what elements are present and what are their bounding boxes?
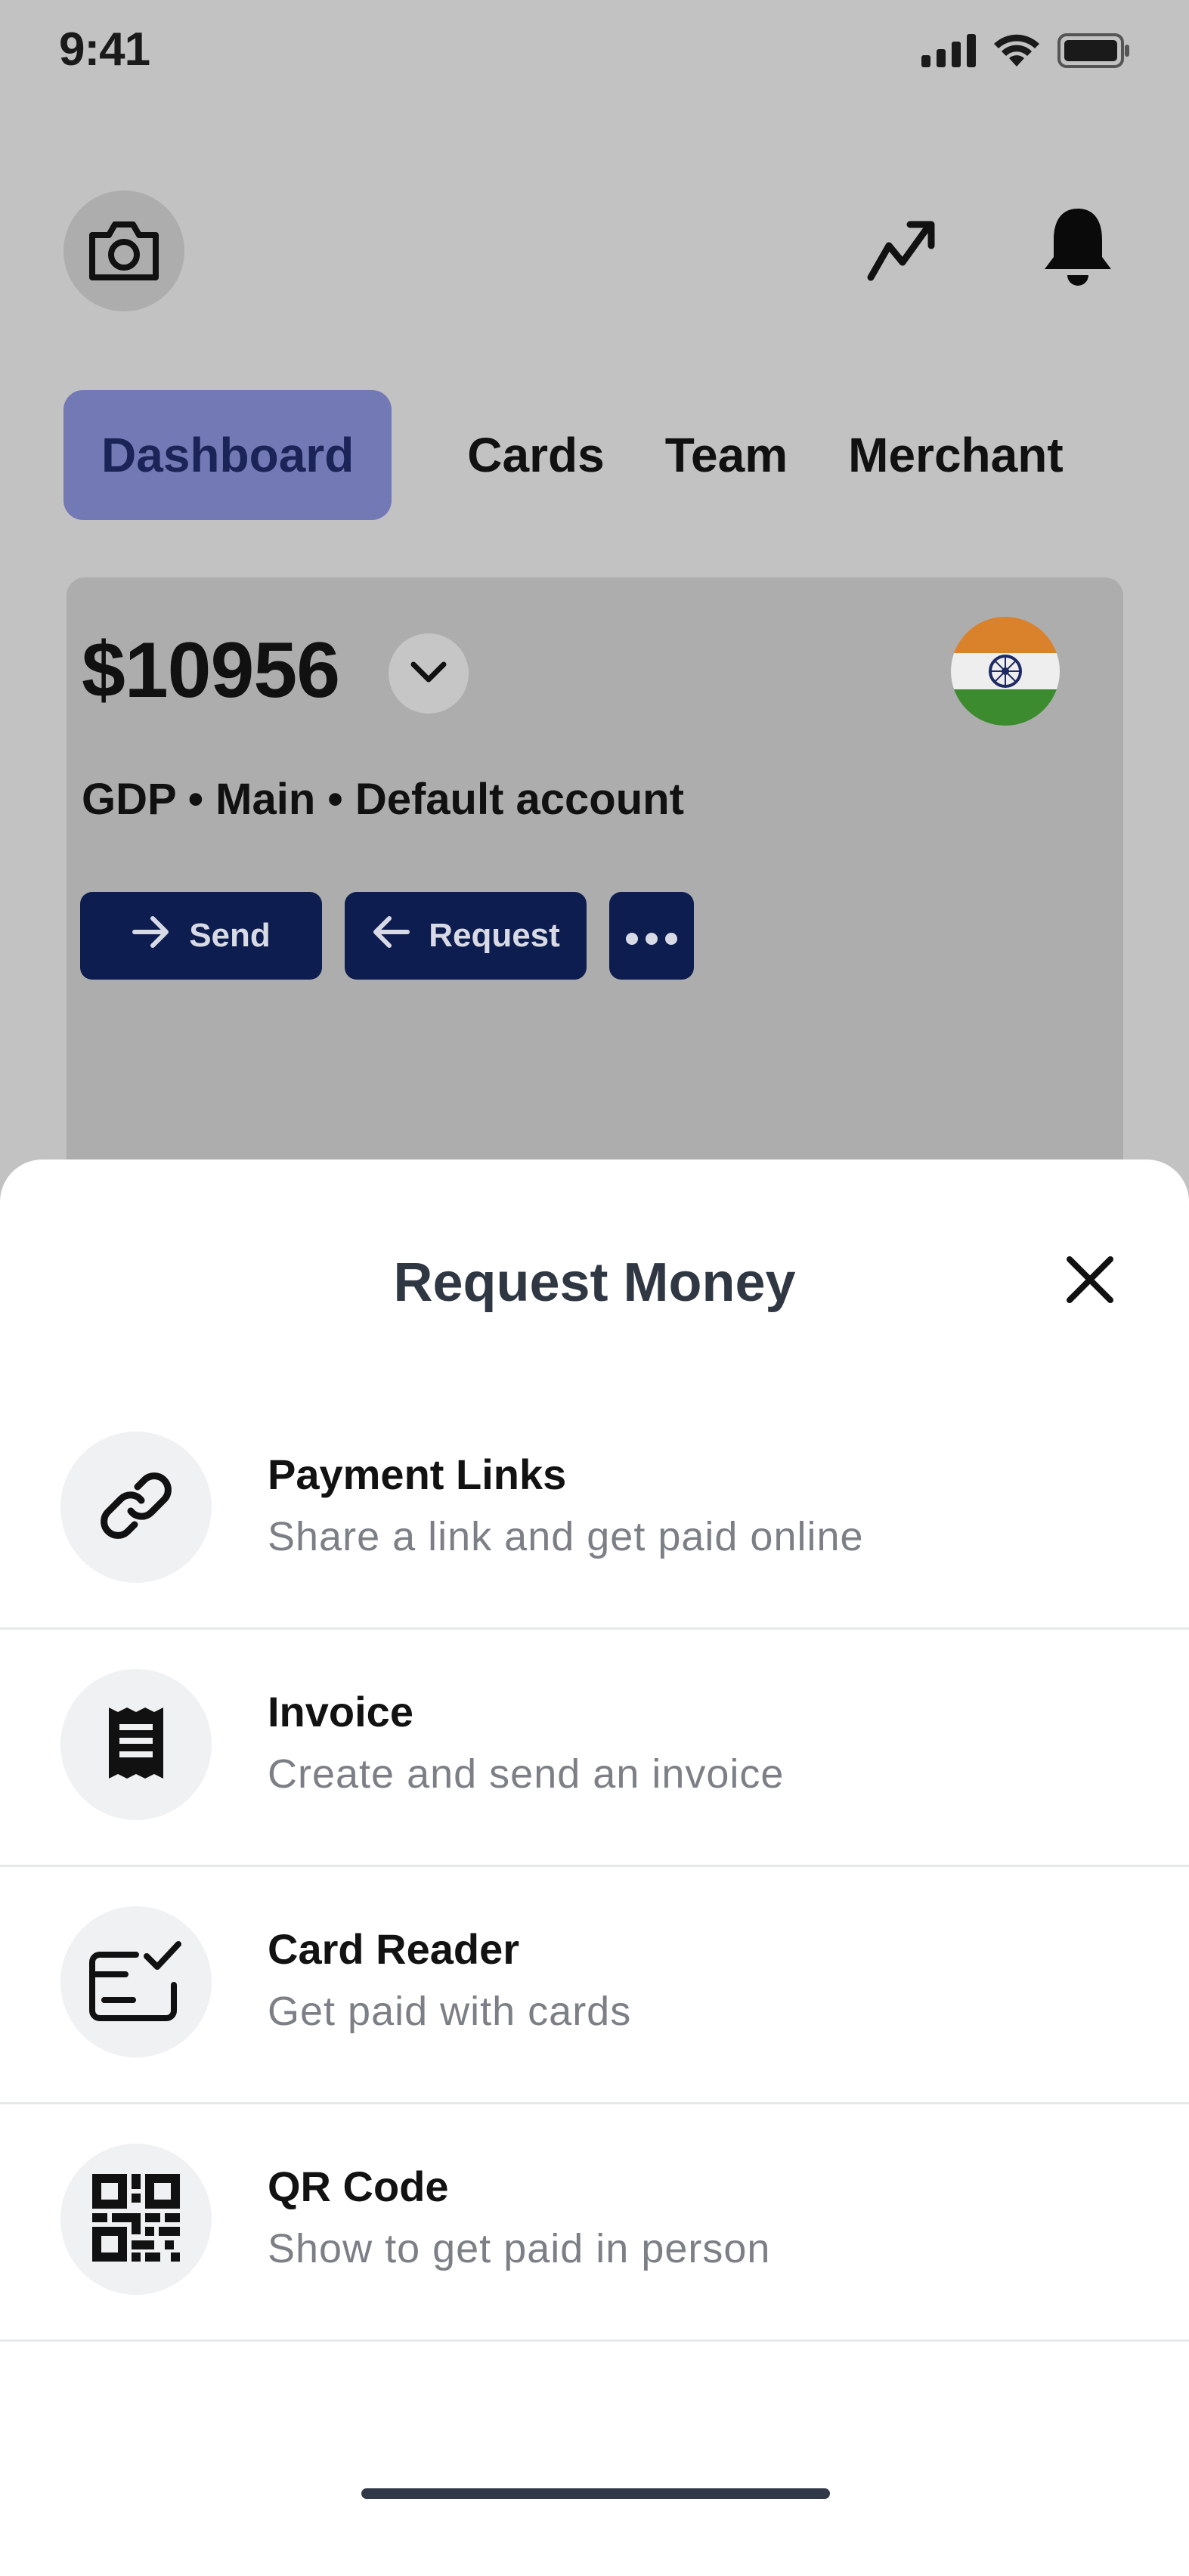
list-item-title: QR Code <box>268 2163 449 2210</box>
trend-icon <box>865 215 940 287</box>
tab-team[interactable]: Team <box>635 390 818 520</box>
send-button-label: Send <box>189 917 271 954</box>
list-item-subtitle: Show to get paid in person <box>268 2226 771 2271</box>
request-button[interactable]: Request <box>345 892 587 980</box>
receipt-icon-wrapper <box>60 1669 212 1820</box>
home-indicator[interactable] <box>361 2488 830 2499</box>
camera-icon <box>86 215 162 287</box>
list-item-qr-code[interactable]: QR Code Show to get paid in person <box>0 2104 1189 2342</box>
status-icons <box>921 33 1130 72</box>
trend-button[interactable] <box>857 206 948 296</box>
battery-icon <box>1057 33 1130 72</box>
qr-code-icon <box>89 2171 183 2268</box>
list-item-title: Payment Links <box>268 1451 567 1498</box>
card-reader-icon-wrapper <box>60 1906 212 2057</box>
list-item-subtitle: Get paid with cards <box>268 1989 632 2034</box>
more-dots-icon <box>624 917 679 955</box>
link-icon <box>94 1464 178 1551</box>
wifi-icon <box>992 33 1041 72</box>
request-button-label: Request <box>429 917 560 954</box>
list-item-title: Invoice <box>268 1688 413 1735</box>
balance-amount: $10956 <box>82 627 340 714</box>
arrow-left-icon <box>371 915 410 957</box>
tab-bar: Dashboard Cards Team Merchant <box>63 390 1064 520</box>
list-item-invoice[interactable]: Invoice Create and send an invoice <box>0 1630 1189 1867</box>
close-icon <box>1065 1255 1115 1308</box>
tab-merchant[interactable]: Merchant <box>818 390 1064 520</box>
bell-icon <box>1039 204 1117 293</box>
status-time: 9:41 <box>59 23 150 76</box>
balance-dropdown-button[interactable] <box>389 633 469 714</box>
more-options-button[interactable] <box>609 892 694 980</box>
account-details: GDP • Main • Default account <box>82 775 684 824</box>
close-button[interactable] <box>1052 1240 1128 1323</box>
receipt-icon <box>98 1701 174 1788</box>
tab-dashboard[interactable]: Dashboard <box>63 390 392 520</box>
india-flag-icon <box>951 617 1060 726</box>
sheet-title: Request Money <box>393 1252 796 1313</box>
list-item-title: Card Reader <box>268 1925 520 1973</box>
send-button[interactable]: Send <box>80 892 322 980</box>
link-icon-wrapper <box>60 1432 212 1583</box>
list-item-payment-links[interactable]: Payment Links Share a link and get paid … <box>0 1392 1189 1630</box>
tab-cards[interactable]: Cards <box>437 390 634 520</box>
camera-button[interactable] <box>63 190 184 311</box>
notifications-button[interactable] <box>1033 203 1123 293</box>
list-item-subtitle: Create and send an invoice <box>268 1751 785 1797</box>
arrow-right-icon <box>132 915 171 957</box>
list-item-subtitle: Share a link and get paid online <box>268 1514 864 1559</box>
signal-icon <box>921 34 976 71</box>
card-reader-icon <box>83 1935 189 2030</box>
list-item-card-reader[interactable]: Card Reader Get paid with cards <box>0 1867 1189 2104</box>
chevron-down-icon <box>409 660 448 688</box>
qr-code-icon-wrapper <box>60 2144 212 2295</box>
